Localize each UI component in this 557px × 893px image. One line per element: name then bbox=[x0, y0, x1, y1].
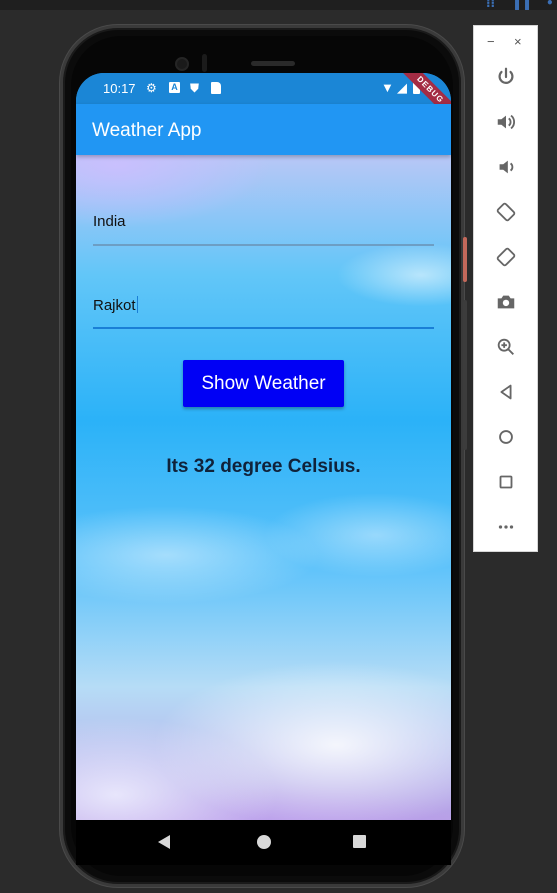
app-screen: 10:17 ⚙ A ⛊ ▼ ◢ DEBUG Weather App India … bbox=[76, 73, 451, 820]
page-title: Weather App bbox=[92, 120, 202, 141]
volume-up-icon[interactable] bbox=[491, 107, 521, 137]
wifi-icon: ▼ bbox=[381, 80, 394, 95]
emulator-toolbar: − × bbox=[473, 25, 538, 552]
weather-result-text: Its 32 degree Celsius. bbox=[166, 456, 361, 477]
sensor-icon bbox=[202, 54, 207, 72]
country-field[interactable]: India bbox=[93, 202, 434, 246]
city-value: Rajkot bbox=[93, 297, 136, 314]
volume-side-button[interactable] bbox=[463, 300, 467, 450]
overview-icon[interactable] bbox=[491, 467, 521, 497]
city-input-wrap: Rajkot bbox=[93, 296, 138, 314]
system-nav-bar bbox=[76, 820, 451, 865]
home-icon[interactable] bbox=[491, 422, 521, 452]
speaker-grille bbox=[251, 61, 295, 66]
front-camera-icon bbox=[175, 57, 189, 71]
power-icon[interactable] bbox=[491, 62, 521, 92]
volume-down-icon[interactable] bbox=[491, 152, 521, 182]
sky-background bbox=[76, 155, 451, 820]
pause-icon: ❚❚ bbox=[512, 0, 533, 10]
city-field[interactable]: Rajkot bbox=[93, 285, 434, 329]
rotate-left-icon[interactable] bbox=[491, 197, 521, 227]
notification-a-icon: A bbox=[169, 82, 180, 93]
shield-icon: ⛊ bbox=[190, 81, 200, 95]
text-cursor bbox=[136, 296, 138, 313]
more-icon[interactable] bbox=[491, 512, 521, 542]
minimize-button[interactable]: − bbox=[487, 34, 495, 49]
signal-icon: ◢ bbox=[397, 80, 407, 95]
settings-icon: ⚙ bbox=[146, 81, 157, 95]
show-weather-button[interactable]: Show Weather bbox=[183, 360, 344, 407]
window-handle[interactable]: ⁝⁝ ❚❚ • bbox=[474, 0, 557, 12]
rotate-right-icon[interactable] bbox=[491, 242, 521, 272]
nav-overview-icon[interactable] bbox=[353, 835, 366, 848]
drag-dots-icon: ⁝⁝ bbox=[486, 0, 496, 10]
nav-back-icon[interactable] bbox=[158, 835, 170, 849]
camera-icon[interactable] bbox=[491, 287, 521, 317]
dot-icon: • bbox=[546, 0, 554, 10]
nav-home-icon[interactable] bbox=[257, 835, 271, 849]
sd-card-icon bbox=[211, 82, 221, 94]
zoom-icon[interactable] bbox=[491, 332, 521, 362]
app-bar: Weather App bbox=[76, 104, 451, 155]
status-bar: 10:17 ⚙ A ⛊ ▼ ◢ DEBUG bbox=[76, 73, 451, 127]
back-icon[interactable] bbox=[491, 377, 521, 407]
country-value: India bbox=[93, 213, 126, 230]
power-side-button[interactable] bbox=[463, 237, 467, 282]
close-button[interactable]: × bbox=[514, 34, 522, 49]
status-time: 10:17 bbox=[103, 81, 136, 96]
